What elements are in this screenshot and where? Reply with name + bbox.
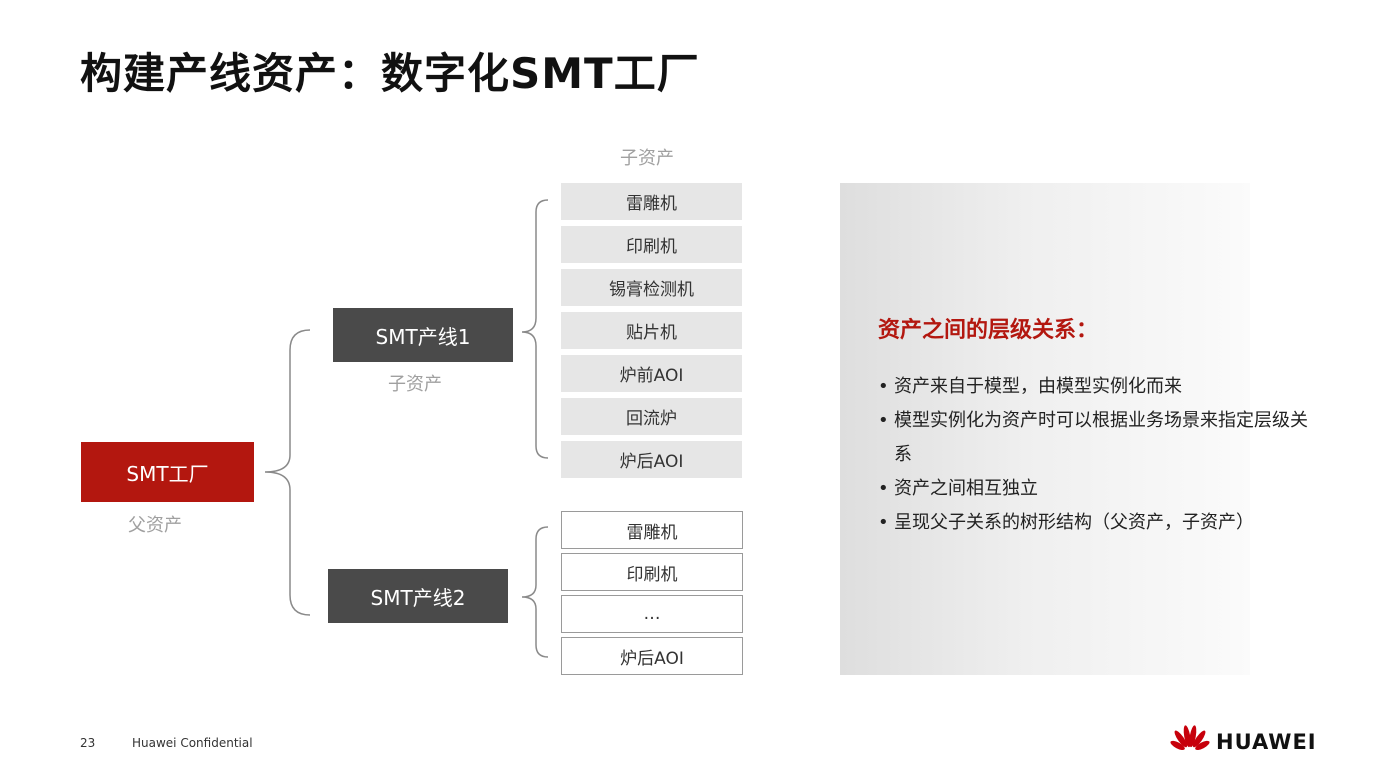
bullet-text: 资产来自于模型，由模型实例化而来 <box>894 376 1182 397</box>
bullet-text: 资产之间相互独立 <box>894 478 1038 499</box>
line2-node: SMT产线2 <box>328 569 508 623</box>
factory-caption: 父资产 <box>128 515 182 536</box>
line1-node: SMT产线1 <box>333 308 513 362</box>
brand-name: HUAWEI <box>1216 730 1317 754</box>
line1-child: 炉后AOI <box>561 441 742 478</box>
bullet-item: • 呈现父子关系的树形结构（父资产，子资产） <box>878 506 1318 540</box>
line2-child: … <box>561 595 743 633</box>
panel-title: 资产之间的层级关系： <box>878 318 1099 343</box>
huawei-logo-icon <box>1170 725 1210 751</box>
factory-node: SMT工厂 <box>81 442 254 502</box>
bullet-text: 模型实例化为资产时可以根据业务场景来指定层级关系 <box>894 410 1308 465</box>
line1-child: 炉前AOI <box>561 355 742 392</box>
bullet-text: 呈现父子关系的树形结构（父资产，子资产） <box>894 512 1254 533</box>
bullet-item: • 资产之间相互独立 <box>878 472 1318 506</box>
confidential-label: Huawei Confidential <box>132 736 253 750</box>
page-number: 23 <box>80 736 96 750</box>
line1-child: 锡膏检测机 <box>561 269 742 306</box>
bracket-line1 <box>521 199 549 459</box>
line1-child: 贴片机 <box>561 312 742 349</box>
line2-child: 印刷机 <box>561 553 743 591</box>
line2-child: 炉后AOI <box>561 637 743 675</box>
bracket-factory <box>264 329 311 616</box>
bullet-item: • 资产来自于模型，由模型实例化而来 <box>878 370 1318 404</box>
panel-bullet-list: • 资产来自于模型，由模型实例化而来 • 模型实例化为资产时可以根据业务场景来指定层… <box>878 370 1318 540</box>
line2-child: 雷雕机 <box>561 511 743 549</box>
line1-caption: 子资产 <box>388 374 442 395</box>
line1-child: 雷雕机 <box>561 183 742 220</box>
line1-child: 回流炉 <box>561 398 742 435</box>
line1-child: 印刷机 <box>561 226 742 263</box>
bullet-item: • 模型实例化为资产时可以根据业务场景来指定层级关系 <box>878 404 1318 472</box>
bracket-line2 <box>521 526 549 658</box>
